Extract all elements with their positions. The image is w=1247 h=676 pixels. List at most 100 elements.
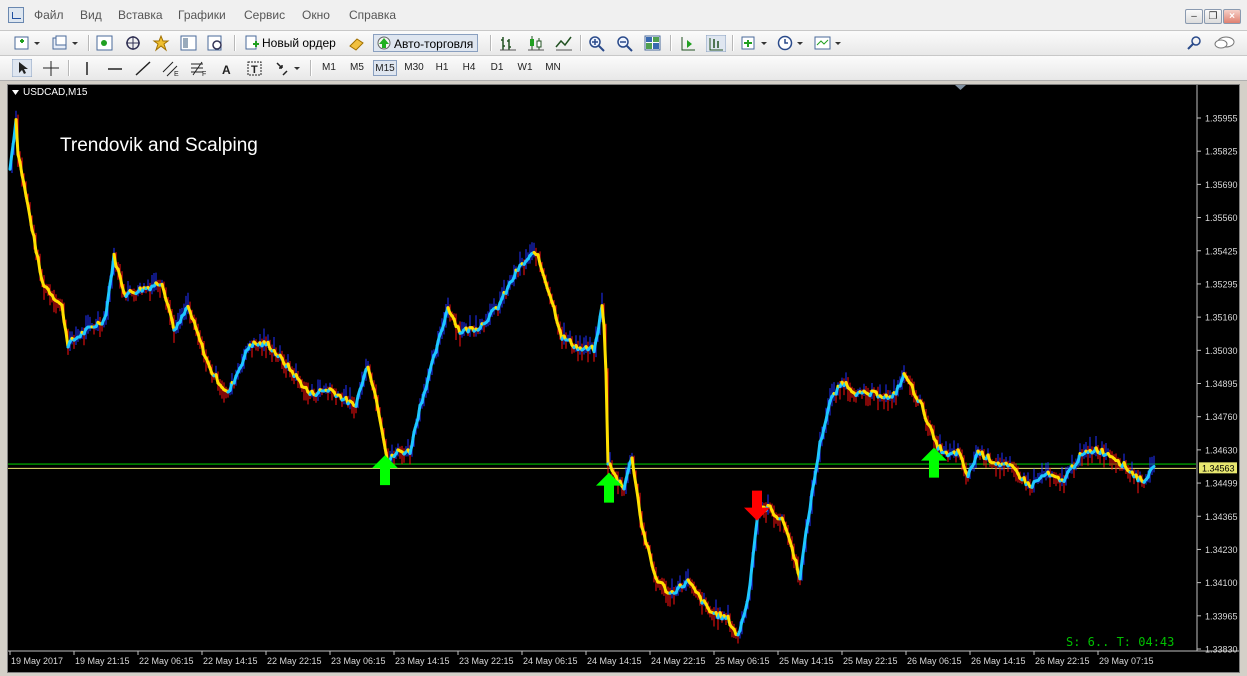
timeframe-m15[interactable]: M15 xyxy=(373,60,397,76)
crosshair-icon[interactable] xyxy=(42,60,60,77)
price-segment xyxy=(648,553,654,568)
arrows-icon[interactable] xyxy=(274,60,304,77)
menu-charts[interactable]: Графики xyxy=(178,8,226,22)
timeframe-h4[interactable]: H4 xyxy=(458,60,480,76)
price-segment xyxy=(24,194,30,208)
auto-trading-button[interactable]: Авто-торговля xyxy=(373,34,479,52)
zoom-out-icon[interactable] xyxy=(616,35,634,52)
x-tick-label: 25 May 06:15 xyxy=(715,656,770,666)
price-segment xyxy=(10,136,16,155)
price-segment xyxy=(32,234,38,254)
price-segment xyxy=(36,255,42,273)
x-tick-label: 25 May 22:15 xyxy=(843,656,898,666)
menu-file[interactable]: Файл xyxy=(34,8,64,22)
data-window-icon[interactable] xyxy=(124,35,142,52)
price-segment xyxy=(752,527,758,549)
svg-text:A: A xyxy=(222,63,231,77)
chart-shift-marker-icon[interactable] xyxy=(955,85,967,91)
price-segment xyxy=(750,545,756,567)
price-segment xyxy=(632,471,638,487)
price-segment xyxy=(802,530,808,549)
x-tick-label: 24 May 06:15 xyxy=(523,656,578,666)
timeframe-m1[interactable]: M1 xyxy=(318,60,340,76)
chart-window[interactable]: 1.35955 1.35825 1.35690 1.35560 1.35425 1.352… xyxy=(7,84,1240,673)
bar-chart-icon[interactable] xyxy=(499,35,517,52)
x-tick-label: 19 May 21:15 xyxy=(75,656,130,666)
price-segment xyxy=(108,271,114,286)
templates-icon[interactable] xyxy=(814,35,844,52)
text-tool-icon[interactable]: A xyxy=(218,60,236,77)
x-tick-label: 26 May 06:15 xyxy=(907,656,962,666)
menu-window[interactable]: Окно xyxy=(302,8,330,22)
price-segment xyxy=(376,407,382,422)
price-segment xyxy=(814,456,820,471)
menu-help[interactable]: Справка xyxy=(349,8,396,22)
new-order-button[interactable]: Новый ордер xyxy=(242,34,340,52)
profiles-icon[interactable] xyxy=(52,35,82,52)
timeframe-mn[interactable]: MN xyxy=(541,60,565,76)
price-chart[interactable]: 1.35955 1.35825 1.35690 1.35560 1.35425 1.352… xyxy=(8,85,1239,672)
timeframe-m30[interactable]: M30 xyxy=(402,60,426,76)
x-tick-label: 22 May 22:15 xyxy=(267,656,322,666)
x-tick-label: 19 May 2017 xyxy=(11,656,63,666)
indicators-icon[interactable] xyxy=(741,35,771,52)
new-chart-icon[interactable] xyxy=(14,35,44,52)
metaeditor-icon[interactable] xyxy=(348,35,366,52)
toolbar-separator xyxy=(88,35,90,51)
zoom-in-icon[interactable] xyxy=(588,35,606,52)
y-tick-label: 1.34100 xyxy=(1205,578,1238,588)
chart-shift-icon[interactable] xyxy=(679,35,697,52)
y-tick-label: 1.34365 xyxy=(1205,512,1238,522)
text-label-icon[interactable]: T xyxy=(246,60,264,77)
price-segment xyxy=(634,483,640,500)
line-chart-icon[interactable] xyxy=(555,35,573,52)
price-segment xyxy=(794,558,800,574)
cursor-icon[interactable] xyxy=(12,59,32,77)
new-order-label: Новый ордер xyxy=(262,36,336,50)
fibonacci-icon[interactable]: F xyxy=(190,60,208,77)
svg-text:F: F xyxy=(202,71,206,77)
y-tick-label: 1.35560 xyxy=(1205,213,1238,223)
minimize-button[interactable]: – xyxy=(1185,9,1203,24)
menu-view[interactable]: Вид xyxy=(80,8,102,22)
y-tick-label: 1.35825 xyxy=(1205,147,1238,157)
menu-insert[interactable]: Вставка xyxy=(118,8,163,22)
price-segment xyxy=(374,396,380,411)
drawing-toolbar: E F A T M1 M5 M15 M30 H1 H4 D1 W1 MN xyxy=(0,56,1247,81)
close-button[interactable]: × xyxy=(1223,9,1241,24)
timeframe-w1[interactable]: W1 xyxy=(514,60,536,76)
strategy-tester-icon[interactable] xyxy=(207,35,225,52)
chart-menu-triangle-icon[interactable] xyxy=(12,89,20,97)
candlestick-icon[interactable] xyxy=(527,35,545,52)
timeframe-h1[interactable]: H1 xyxy=(431,60,453,76)
timeframe-m5[interactable]: M5 xyxy=(346,60,368,76)
svg-text:E: E xyxy=(174,71,179,77)
terminal-icon[interactable] xyxy=(180,35,198,52)
auto-scroll-icon[interactable] xyxy=(706,35,726,52)
menu-tools[interactable]: Сервис xyxy=(244,8,285,22)
price-segment xyxy=(378,418,384,433)
periods-icon[interactable] xyxy=(777,35,807,52)
chat-icon[interactable] xyxy=(1213,35,1237,52)
x-tick-label: 24 May 14:15 xyxy=(587,656,642,666)
toolbar-separator xyxy=(732,35,734,51)
restore-button[interactable]: ❐ xyxy=(1204,9,1222,24)
price-segment xyxy=(442,312,448,326)
y-tick-label: 1.35690 xyxy=(1205,180,1238,190)
timeframe-d1[interactable]: D1 xyxy=(486,60,508,76)
vertical-line-icon[interactable] xyxy=(78,60,96,77)
price-segment xyxy=(738,618,744,633)
trendline-icon[interactable] xyxy=(134,60,152,77)
tile-windows-icon[interactable] xyxy=(644,35,662,52)
horizontal-line-icon[interactable] xyxy=(106,60,124,77)
navigator-icon[interactable] xyxy=(152,35,170,52)
price-segment xyxy=(600,304,606,328)
x-tick-label: 25 May 14:15 xyxy=(779,656,834,666)
market-watch-icon[interactable] xyxy=(96,35,114,52)
equidistant-channel-icon[interactable]: E xyxy=(162,60,180,77)
x-tick-label: 23 May 14:15 xyxy=(395,656,450,666)
app-icon[interactable] xyxy=(8,7,24,23)
toolbar-separator xyxy=(234,35,236,51)
search-icon[interactable] xyxy=(1186,35,1204,52)
price-segment xyxy=(592,338,598,354)
